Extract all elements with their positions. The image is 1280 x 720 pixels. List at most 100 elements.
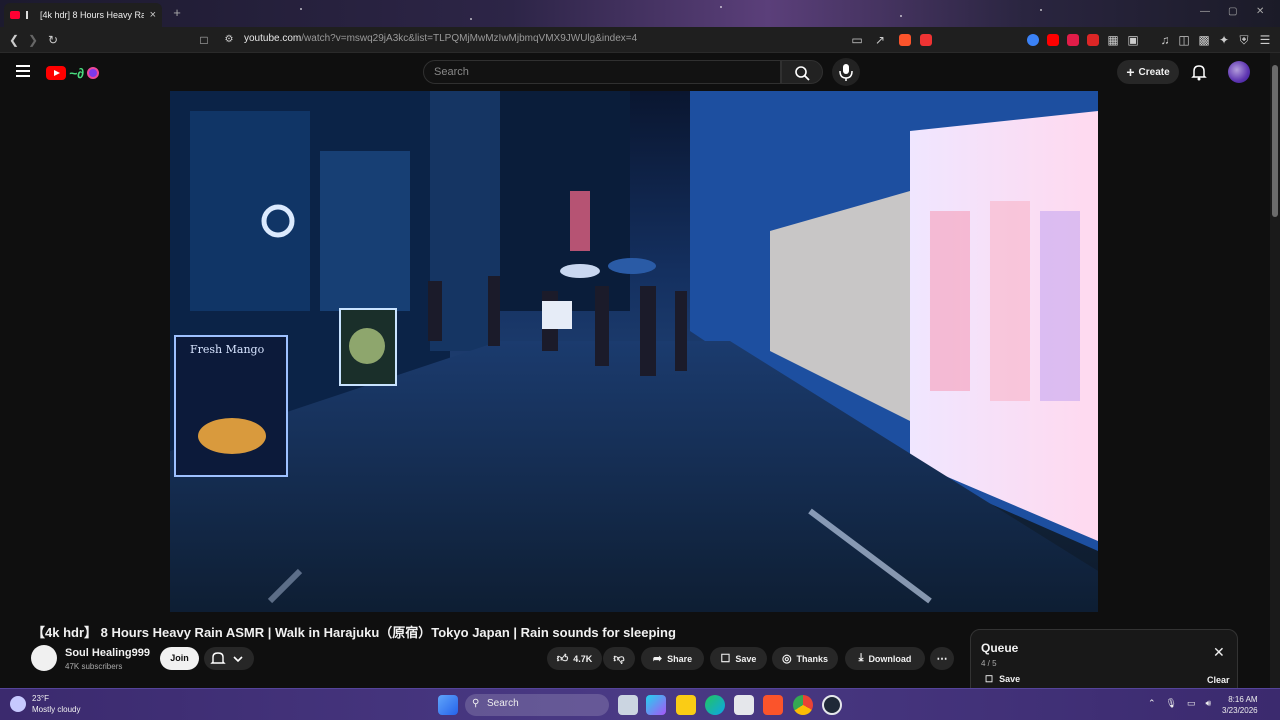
new-tab-button[interactable]: + bbox=[168, 5, 186, 23]
obs-icon[interactable] bbox=[822, 695, 842, 715]
brave-shields-icon[interactable] bbox=[899, 34, 911, 46]
audio-playing-icon[interactable] bbox=[26, 11, 34, 19]
taskbar-search-icon: ⚲ bbox=[472, 698, 480, 709]
chrome-icon[interactable] bbox=[793, 695, 813, 715]
page-scrollbar-thumb[interactable] bbox=[1272, 65, 1278, 217]
more-horizontal-icon: ⋯ bbox=[936, 653, 948, 665]
plus-icon: + bbox=[1126, 64, 1135, 80]
bookmark-icon: ☐ bbox=[720, 653, 731, 665]
wallet-icon[interactable]: ▩ bbox=[1196, 32, 1212, 48]
super-thanks-icon: ◎ bbox=[781, 653, 792, 665]
weather-widget[interactable]: 23°F Mostly cloudy bbox=[10, 693, 80, 715]
volume-icon[interactable]: 🔊︎ bbox=[1206, 698, 1212, 709]
thumbs-down-icon: 👎︎ bbox=[613, 653, 625, 665]
browser-tab-strip: [4k hdr] 8 Hours Heavy Rain × + — ▢ ✕ bbox=[0, 0, 1280, 27]
brave-rewards-icon[interactable] bbox=[920, 34, 932, 46]
join-button[interactable]: Join bbox=[160, 647, 199, 670]
search-button[interactable] bbox=[781, 60, 823, 84]
browser-toolbar: ❮ ❯ ↻ □ ⚙ youtube.com/watch?v=mswq29jA3k… bbox=[0, 27, 1280, 53]
microphone-icon bbox=[839, 64, 853, 81]
brave-browser-icon[interactable] bbox=[763, 695, 783, 715]
account-avatar[interactable] bbox=[1228, 61, 1250, 83]
browser-menu-icon[interactable]: ☰ bbox=[1257, 32, 1273, 48]
address-bar[interactable]: youtube.com/watch?v=mswq29jA3kc&list=TLP… bbox=[244, 33, 637, 44]
search-input[interactable]: Search bbox=[423, 60, 781, 84]
cloudy-weather-icon bbox=[10, 696, 26, 712]
logo-doodle-icon: ~∂ bbox=[69, 65, 85, 81]
browser-tab-active[interactable]: [4k hdr] 8 Hours Heavy Rain × bbox=[4, 3, 162, 27]
download-button[interactable]: ⤓ Download bbox=[845, 647, 925, 670]
subscription-notifications-button[interactable] bbox=[204, 647, 254, 670]
share-label: Share bbox=[667, 653, 693, 664]
extensions-puzzle-icon[interactable]: ▦ bbox=[1105, 32, 1121, 48]
like-button[interactable]: 👍︎ 4.7K bbox=[547, 647, 602, 670]
sidebar-icon[interactable]: ◫ bbox=[1176, 32, 1192, 48]
tray-overflow-icon[interactable]: ⌃ bbox=[1148, 698, 1156, 709]
notifications-bell-icon[interactable] bbox=[1190, 63, 1208, 81]
share-button[interactable]: ➦ Share bbox=[641, 647, 704, 670]
search-icon bbox=[795, 66, 810, 81]
thanks-button[interactable]: ◎ Thanks bbox=[772, 647, 838, 670]
url-path: /watch?v=mswq29jA3kc&list=TLPQMjMwMzIwMj… bbox=[301, 33, 638, 44]
copilot-icon[interactable] bbox=[646, 695, 666, 715]
cast-icon[interactable]: ▭ bbox=[849, 32, 865, 48]
site-info-icon[interactable]: ⚙ bbox=[221, 32, 237, 48]
queue-save-button[interactable]: ☐ Save bbox=[985, 674, 1020, 685]
like-count: 4.7K bbox=[573, 653, 593, 664]
channel-name[interactable]: Soul Healing999 bbox=[65, 647, 150, 659]
weather-temperature: 23°F bbox=[32, 694, 49, 703]
queue-position: 4 / 5 bbox=[981, 659, 997, 668]
more-actions-button[interactable]: ⋯ bbox=[930, 647, 954, 670]
file-explorer-icon[interactable] bbox=[676, 695, 696, 715]
network-icon[interactable]: ▭ bbox=[1187, 698, 1196, 709]
task-view-icon[interactable] bbox=[618, 695, 638, 715]
clock-time: 8:16 AM bbox=[1228, 695, 1258, 704]
extension-icon[interactable] bbox=[1027, 34, 1039, 46]
download-icon: ⤓ bbox=[858, 652, 864, 664]
extension-icon[interactable] bbox=[1087, 34, 1099, 46]
microsoft-store-icon[interactable] bbox=[734, 695, 754, 715]
taskbar-search-label: Search bbox=[487, 698, 519, 709]
create-button[interactable]: + Create bbox=[1117, 60, 1179, 84]
reload-icon[interactable]: ↻ bbox=[45, 32, 61, 48]
maximize-icon[interactable]: ▢ bbox=[1228, 6, 1237, 17]
bookmark-icon[interactable]: □ bbox=[196, 32, 212, 48]
tab-title: [4k hdr] 8 Hours Heavy Rain bbox=[40, 10, 144, 20]
share-arrow-icon: ➦ bbox=[652, 653, 663, 665]
share-page-icon[interactable]: ↗ bbox=[872, 32, 888, 48]
queue-clear-button[interactable]: Clear bbox=[1207, 675, 1230, 685]
queue-title: Queue bbox=[981, 641, 1019, 655]
tray-mic-icon[interactable]: 🎙︎ bbox=[1166, 698, 1177, 709]
windows-start-icon[interactable] bbox=[438, 695, 458, 715]
queue-close-icon[interactable]: ✕ bbox=[1213, 644, 1225, 661]
youtube-favicon-icon bbox=[10, 11, 20, 19]
system-clock[interactable]: 8:16 AM 3/23/2026 bbox=[1222, 694, 1258, 716]
youtube-logo[interactable]: ~∂ bbox=[46, 62, 110, 84]
thanks-label: Thanks bbox=[796, 653, 829, 664]
back-icon[interactable]: ❮ bbox=[6, 32, 22, 48]
url-host: youtube.com bbox=[244, 33, 302, 44]
save-label: Save bbox=[735, 653, 757, 664]
video-player[interactable]: Fresh Mango bbox=[170, 91, 1098, 612]
extension-icon[interactable] bbox=[1067, 34, 1079, 46]
forward-icon[interactable]: ❯ bbox=[25, 32, 41, 48]
edge-browser-icon[interactable] bbox=[705, 695, 725, 715]
thumbs-up-icon: 👍︎ bbox=[556, 653, 569, 665]
vpn-shield-icon[interactable]: ⛨ bbox=[1236, 32, 1252, 48]
media-icon[interactable]: ♫ bbox=[1157, 32, 1173, 48]
queue-save-label: Save bbox=[999, 674, 1021, 684]
leo-ai-icon[interactable]: ✦ bbox=[1216, 32, 1232, 48]
tab-close-icon[interactable]: × bbox=[150, 9, 156, 21]
extension-icon[interactable] bbox=[1047, 34, 1059, 46]
screenshot-icon[interactable]: ▣ bbox=[1125, 32, 1141, 48]
minimize-icon[interactable]: — bbox=[1200, 6, 1210, 17]
taskbar-search[interactable]: Search bbox=[465, 694, 609, 716]
dislike-button[interactable]: 👎︎ bbox=[603, 647, 635, 670]
guide-menu-icon[interactable] bbox=[16, 65, 30, 77]
channel-avatar[interactable] bbox=[31, 645, 57, 671]
window-close-icon[interactable]: ✕ bbox=[1256, 6, 1264, 17]
voice-search-button[interactable] bbox=[832, 58, 860, 86]
save-button[interactable]: ☐ Save bbox=[710, 647, 767, 670]
video-frame-rainy-street: Fresh Mango bbox=[170, 91, 1098, 612]
queue-panel: Queue 4 / 5 ✕ ☐ Save Clear bbox=[970, 629, 1238, 691]
